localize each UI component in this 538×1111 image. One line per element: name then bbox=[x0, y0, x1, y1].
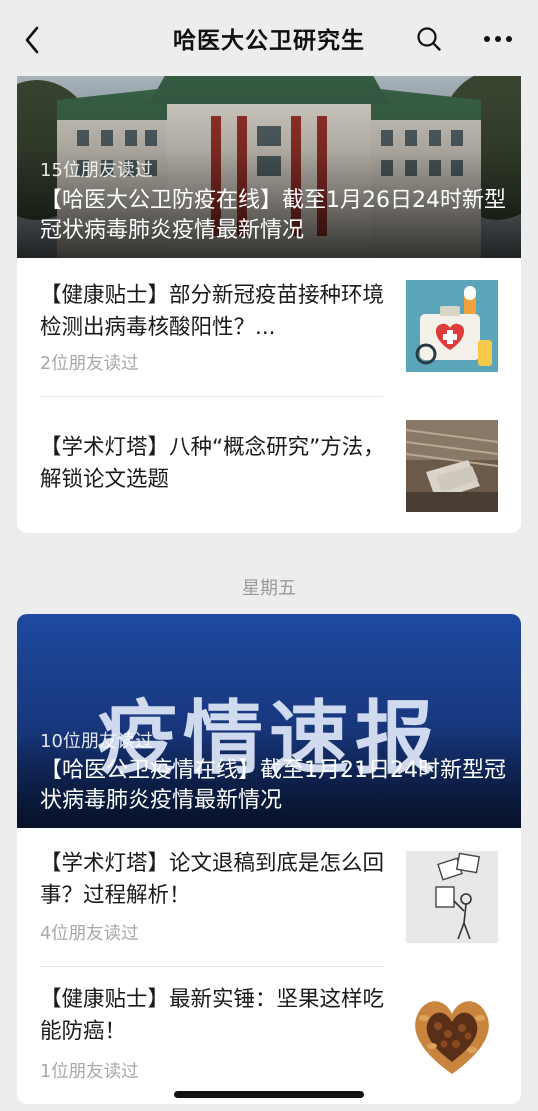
nav-bar: 哈医大公卫研究生 bbox=[0, 0, 538, 76]
date-separator: 星期五 bbox=[242, 578, 296, 599]
health-thumbnail bbox=[406, 280, 498, 372]
medical-kit-icon bbox=[406, 280, 498, 372]
chevron-left-icon bbox=[25, 26, 39, 54]
read-count: 1位朋友读过 bbox=[40, 1062, 139, 1082]
article-group-card: 15位朋友读过 【哈医大公卫防疫在线】截至1月26日24时新型冠状病毒肺炎疫情最… bbox=[17, 60, 521, 533]
divider bbox=[40, 966, 383, 967]
nuts-thumbnail bbox=[406, 988, 498, 1080]
list-item[interactable]: 【学术灯塔】论文退稿到底是怎么回事？过程解析！ 4位朋友读过 bbox=[40, 848, 498, 948]
article-title: 【学术灯塔】论文退稿到底是怎么回事？过程解析！ bbox=[40, 851, 385, 908]
read-count: 2位朋友读过 bbox=[40, 354, 139, 374]
cover-read-count: 10位朋友读过 bbox=[40, 731, 153, 752]
more-button[interactable] bbox=[478, 24, 518, 54]
read-count: 4位朋友读过 bbox=[40, 924, 139, 944]
search-button[interactable] bbox=[414, 24, 444, 54]
article-title: 【健康贴士】最新实锤：坚果这样吃能防癌！ bbox=[40, 987, 385, 1044]
article-title: 【健康贴士】部分新冠疫苗接种环境检测出病毒核酸阳性？... bbox=[40, 283, 385, 340]
page-title: 哈医大公卫研究生 bbox=[173, 28, 365, 54]
cover-article[interactable]: 15位朋友读过 【哈医大公卫防疫在线】截至1月26日24时新型冠状病毒肺炎疫情最… bbox=[17, 60, 521, 258]
back-button[interactable] bbox=[18, 24, 46, 56]
list-item[interactable]: 【健康贴士】最新实锤：坚果这样吃能防癌！ 1位朋友读过 bbox=[40, 984, 498, 1088]
article-list-screen: 哈医大公卫研究生 15位朋友读过 【哈医大公卫防疫在线】截至1月26日24时新型… bbox=[0, 0, 538, 1111]
cartoon-thumbnail bbox=[406, 851, 498, 943]
cover-article[interactable]: 疫情速报 10位朋友读过 【哈医公卫疫情在线】截至1月21日24时新型冠状病毒肺… bbox=[17, 614, 521, 828]
books-image-icon bbox=[406, 420, 498, 512]
search-icon bbox=[417, 27, 441, 51]
library-thumbnail bbox=[406, 420, 498, 512]
home-indicator[interactable] bbox=[174, 1091, 364, 1098]
cover-title: 【哈医公卫疫情在线】截至1月21日24时新型冠状病毒肺炎疫情最新情况 bbox=[40, 758, 506, 813]
paper-reviewer-icon bbox=[406, 851, 498, 943]
list-item[interactable]: 【健康贴士】部分新冠疫苗接种环境检测出病毒核酸阳性？... 2位朋友读过 bbox=[40, 280, 498, 380]
heart-nuts-icon bbox=[406, 988, 498, 1080]
cover-title: 【哈医大公卫防疫在线】截至1月26日24时新型冠状病毒肺炎疫情最新情况 bbox=[40, 188, 506, 243]
article-group-card: 疫情速报 10位朋友读过 【哈医公卫疫情在线】截至1月21日24时新型冠状病毒肺… bbox=[17, 614, 521, 1104]
cover-read-count: 15位朋友读过 bbox=[40, 160, 153, 181]
more-dots-icon bbox=[484, 36, 512, 42]
article-title: 【学术灯塔】八种“概念研究”方法，解锁论文选题 bbox=[40, 435, 385, 492]
list-item[interactable]: 【学术灯塔】八种“概念研究”方法，解锁论文选题 bbox=[40, 420, 498, 526]
divider bbox=[40, 396, 383, 397]
